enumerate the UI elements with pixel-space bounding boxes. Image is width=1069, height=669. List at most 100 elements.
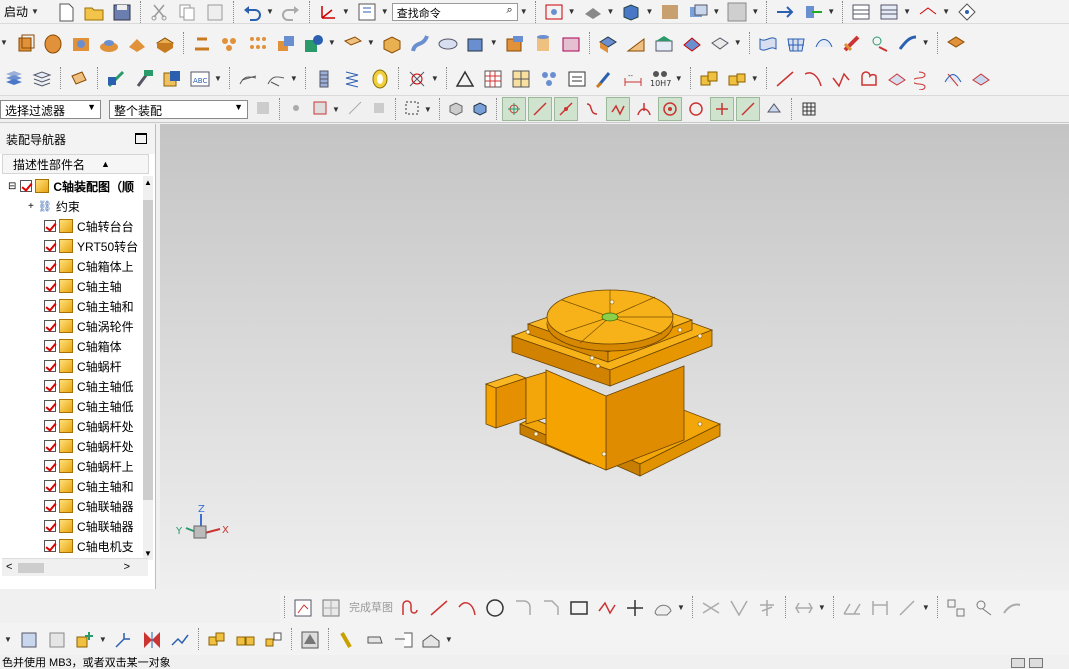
hammer-icon[interactable] [133,68,155,88]
snap-point-button[interactable] [709,97,734,121]
cylinder-icon[interactable] [532,33,554,53]
reference-set-icon[interactable] [234,629,256,649]
finish-sketch-flag-icon[interactable] [320,597,342,617]
scroll-right-icon[interactable]: > [124,561,130,573]
list-item[interactable]: C轴联轴器 [2,516,148,536]
visibility-checkbox[interactable] [44,500,56,512]
select-feature-icon[interactable] [346,99,364,119]
list-item[interactable]: C轴蜗杆处 [2,416,148,436]
profile-icon[interactable] [858,68,880,88]
move-object-icon[interactable] [774,2,796,22]
sketch-icon[interactable] [292,597,314,617]
list-item[interactable]: C轴主轴低 [2,376,148,396]
sketch-line-icon[interactable] [428,597,450,617]
component-mirror-icon[interactable] [141,629,163,649]
n-sided-icon[interactable] [897,33,919,53]
datum-plane-icon[interactable] [342,33,364,53]
pad-icon[interactable] [154,33,176,53]
assembly-constraint-icon[interactable] [364,629,386,649]
sketch-corner-icon[interactable] [756,597,778,617]
clearance-icon[interactable] [406,68,428,88]
visibility-checkbox[interactable] [44,380,56,392]
assembly-explode-icon[interactable] [726,68,748,88]
blend-icon[interactable] [653,33,675,53]
model-view[interactable]: Z X Y [160,124,1069,589]
visibility-checkbox[interactable] [44,220,56,232]
rectangle-select-icon[interactable] [403,99,421,119]
new-component-icon[interactable] [113,629,135,649]
visibility-checkbox[interactable] [44,540,56,552]
type-filter-select[interactable]: 选择过滤器 ▼ [0,99,101,119]
sketch-extend-icon[interactable] [728,597,750,617]
add-existing-component-icon[interactable] [74,629,96,649]
assembly-sequence-list-icon[interactable] [392,629,414,649]
sketch-display-icon[interactable] [945,597,967,617]
constraint-chain-icon[interactable] [336,629,358,649]
profile-sketch-icon[interactable] [400,597,422,617]
snap-center-button[interactable] [657,97,682,121]
draft-icon[interactable] [625,33,647,53]
visibility-checkbox[interactable] [44,480,56,492]
layer-settings-icon[interactable] [878,2,900,22]
array-icon[interactable] [247,33,269,53]
sketch-point-icon[interactable] [624,597,646,617]
sketch-mirror-icon[interactable] [841,597,863,617]
snap-face-button[interactable] [762,97,786,121]
helix-icon[interactable] [913,68,936,90]
visibility-checkbox[interactable] [44,440,56,452]
filter-settings-icon[interactable] [254,99,272,119]
grid-fill-icon[interactable] [510,68,532,88]
visibility-checkbox[interactable] [44,520,56,532]
mesh-surface-icon[interactable] [785,33,807,53]
list-item[interactable]: C轴转台台 [2,216,148,236]
revolve-icon[interactable] [42,33,64,53]
datum-point-icon[interactable] [303,33,325,53]
visibility-checkbox[interactable] [44,260,56,272]
snap-on-curve-button[interactable] [735,97,760,121]
unite-icon[interactable] [191,33,213,53]
assembly-arrangement-icon[interactable] [420,629,442,649]
color-swatch-icon[interactable] [726,2,748,22]
select-face-icon[interactable] [311,99,329,119]
block-icon[interactable] [504,33,526,53]
visibility-checkbox[interactable] [44,240,56,252]
list-item[interactable]: C轴蜗杆 [2,356,148,376]
sketch-constraint-icon[interactable] [897,597,919,617]
pattern-feature-icon[interactable] [538,68,560,88]
scroll-thumb[interactable] [143,200,153,500]
snap-intersection-button[interactable] [605,97,630,121]
sketch-arc-icon[interactable] [456,597,478,617]
select-component-icon[interactable] [471,99,489,119]
sketch-relations-icon[interactable] [973,597,995,617]
save-icon[interactable] [111,2,133,22]
assembly-block-icon[interactable] [698,68,720,88]
cut-icon[interactable] [148,2,170,22]
assembly-navigator-icon[interactable] [18,629,40,649]
bridge-curve-icon[interactable] [970,68,992,88]
chamfer-icon[interactable] [681,33,703,53]
visibility-checkbox[interactable] [44,360,56,372]
tree-horizontal-scrollbar[interactable]: < > [2,558,148,576]
status-icon-a[interactable] [1011,658,1025,668]
snap-tangent-button[interactable] [632,97,656,121]
washer-icon[interactable] [369,68,391,89]
trim-body-icon[interactable] [560,33,582,53]
boss-icon[interactable] [98,33,120,53]
sketch-studio-spline-icon[interactable] [652,597,674,617]
brush-icon[interactable] [594,68,616,89]
select-body-icon[interactable] [370,99,388,119]
studio-surface-icon[interactable] [813,33,835,53]
triangle-icon[interactable] [454,68,476,88]
selection-scope-select[interactable]: 整个装配 ▼ [109,99,248,119]
sketch-dimension-icon[interactable] [869,597,891,617]
maximize-icon[interactable] [135,133,147,144]
face-icon[interactable] [465,33,487,53]
dimension-icon[interactable]: -- [622,68,644,88]
polyline-icon[interactable] [830,68,852,88]
list-item[interactable]: C轴箱体 [2,336,148,356]
wave-geometry-icon[interactable] [206,629,228,649]
tolerance-10h7-icon[interactable]: 10H7 [650,68,672,88]
list-item[interactable]: C轴蜗杆处 [2,436,148,456]
snap-quadrant-button[interactable] [684,97,708,121]
pocket-icon[interactable] [126,33,148,53]
